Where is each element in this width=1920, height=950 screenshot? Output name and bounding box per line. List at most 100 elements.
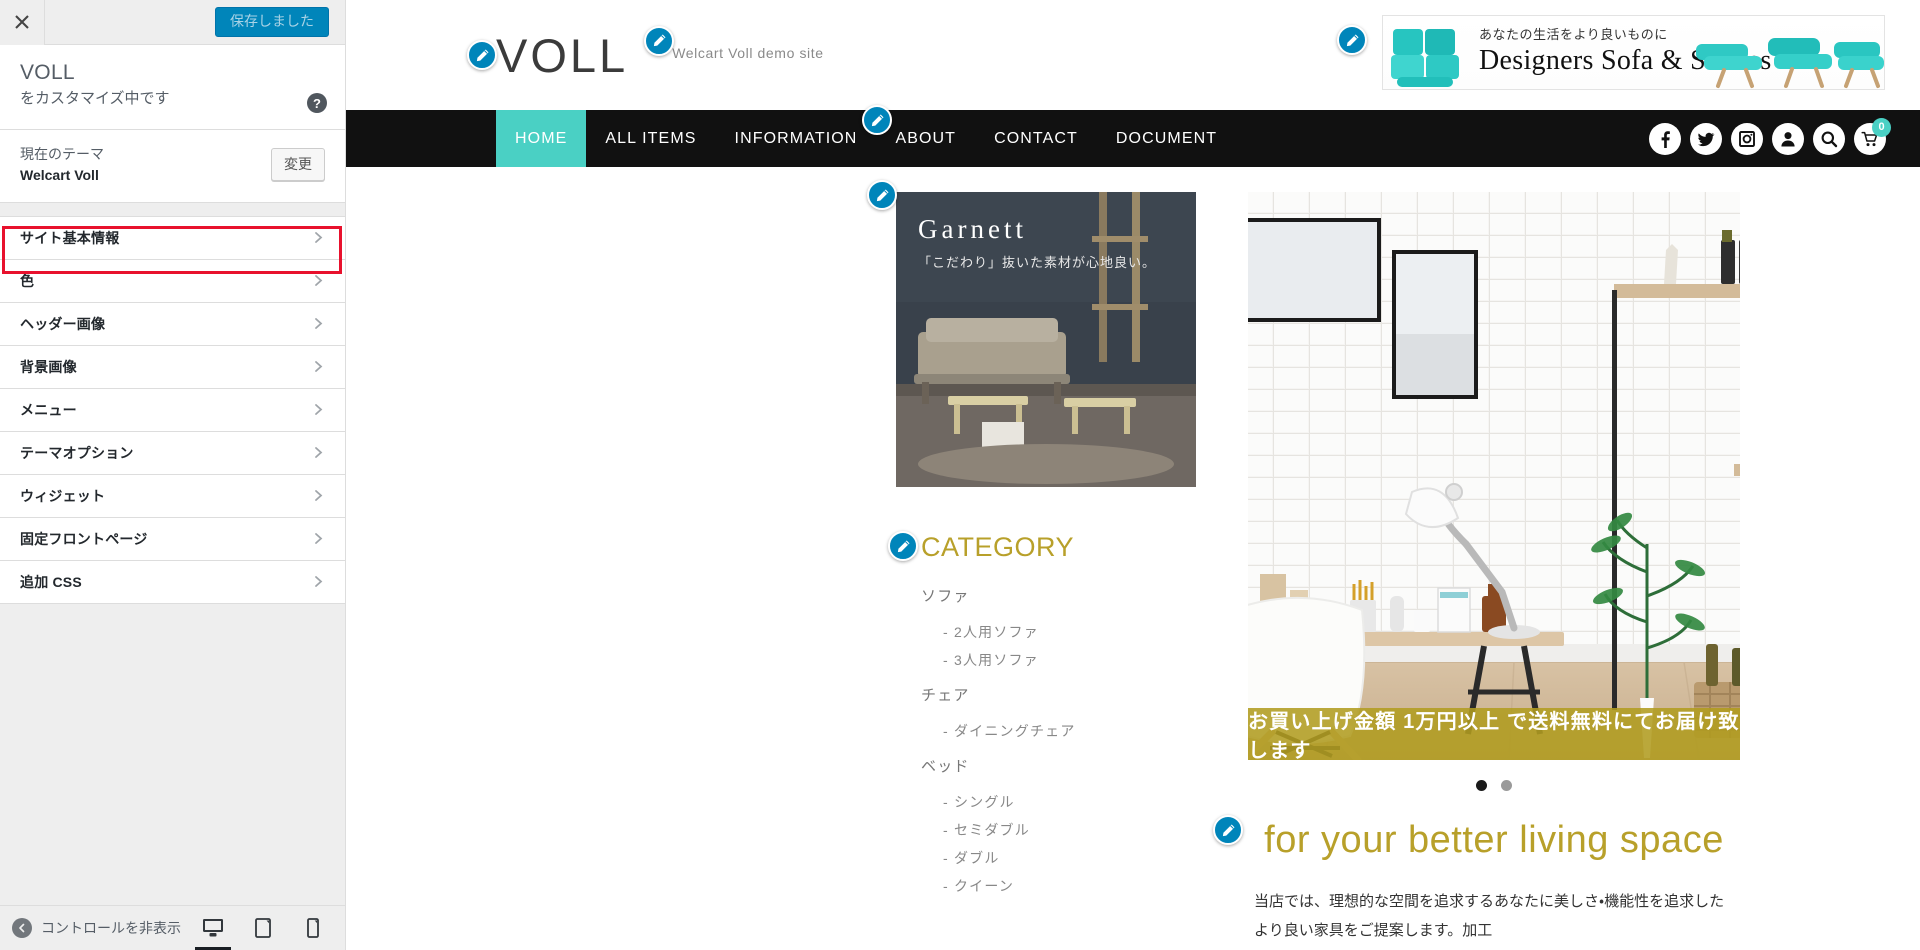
sidebar-item-label: 固定フロントページ — [20, 530, 148, 547]
nav-icon-group: 0 — [1649, 110, 1920, 167]
edit-pencil-icon-menu[interactable] — [862, 105, 892, 135]
category-child-label[interactable]: - クイーン — [943, 876, 1196, 896]
sofa-illustration-left — [1391, 29, 1459, 87]
category-child-label[interactable]: - セミダブル — [943, 820, 1196, 840]
category-child-label[interactable]: - ダブル — [943, 848, 1196, 868]
site-preview-frame: VOLL Welcart Voll demo site あなたの生活をより良いも… — [346, 0, 1920, 950]
category-parent-label[interactable]: チェア — [921, 684, 1196, 705]
device-tablet-button[interactable] — [251, 911, 275, 945]
living-space-body: 当店では、理想的な空間を追求するあなたに美しさ・機能性を追求したより良い家具をご… — [1254, 893, 1725, 939]
category-heading: CATEGORY — [921, 532, 1075, 562]
edit-pencil-icon-tagline[interactable] — [644, 25, 674, 56]
slider-dot-1[interactable] — [1476, 780, 1487, 791]
edit-pencil-icon-promo[interactable] — [867, 180, 897, 210]
change-theme-button[interactable]: 変更 — [271, 148, 325, 182]
chevron-right-icon — [312, 274, 325, 287]
category-parent-label[interactable]: ソファ — [921, 585, 1196, 606]
sidebar-item-label: メニュー — [20, 401, 77, 418]
hero-slider[interactable]: お買い上げ金額 1万円以上 で送料無料にてお届け致します — [1248, 192, 1740, 791]
edit-pencil-icon-banner[interactable] — [1337, 25, 1367, 55]
sidebar-item-label: テーマオプション — [20, 444, 134, 461]
sidebar-item-additional-css[interactable]: 追加 CSS — [0, 560, 345, 604]
slider-dot-2[interactable] — [1501, 780, 1512, 791]
sidebar-item-menus[interactable]: メニュー — [0, 388, 345, 432]
sidebar-item-label: 追加 CSS — [20, 573, 82, 590]
customizer-section-list: サイト基本情報 色 ヘッダー画像 背景画像 メニュー テーマオプション ウィジェ… — [0, 216, 345, 604]
current-theme-label: 現在のテーマ — [20, 145, 104, 162]
site-content: Garnett 「こだわり」抜いた素材が心地良い。 CATEGORY ソファ -… — [346, 167, 1920, 945]
promo-title: Garnett — [918, 214, 1027, 244]
category-child-label[interactable]: - 2人用ソファ — [943, 622, 1196, 642]
header-banner[interactable]: あなたの生活をより良いものに Designers Sofa & Settees — [1382, 15, 1885, 90]
current-theme-row: 現在のテーマ Welcart Voll 変更 — [0, 129, 345, 203]
chevron-right-icon — [312, 489, 325, 502]
category-list: ソファ - 2人用ソファ - 3人用ソファ チェア - ダイニングチェア ベッド… — [896, 585, 1196, 896]
hero-sale-banner: お買い上げ金額 1万円以上 で送料無料にてお届け致します — [1248, 708, 1740, 760]
category-child-label[interactable]: - シングル — [943, 792, 1196, 812]
account-icon[interactable] — [1772, 122, 1804, 155]
category-group-chair: チェア - ダイニングチェア — [921, 684, 1196, 741]
site-logo-wrap[interactable]: VOLL Welcart Voll demo site — [496, 25, 824, 82]
category-parent-label[interactable]: ベッド — [921, 755, 1196, 776]
promo-banner-garnett[interactable]: Garnett 「こだわり」抜いた素材が心地良い。 — [896, 192, 1196, 487]
current-theme-text: 現在のテーマ Welcart Voll — [20, 144, 271, 186]
site-tagline: Welcart Voll demo site — [672, 44, 824, 61]
help-icon[interactable]: ? — [307, 93, 327, 113]
category-child-label[interactable]: - 3人用ソファ — [943, 650, 1196, 670]
customizer-screen: 保存しました VOLL をカスタマイズ中です ? 現在のテーマ Welcart … — [0, 0, 1920, 950]
save-button[interactable]: 保存しました — [215, 6, 329, 38]
chevron-right-icon — [312, 575, 325, 588]
edit-pencil-icon-logo[interactable] — [467, 40, 497, 70]
customizer-footer: コントロールを非表示 — [0, 905, 345, 950]
edit-pencil-icon-category[interactable] — [888, 531, 918, 561]
device-desktop-button[interactable] — [195, 911, 231, 950]
collapse-sidebar-label: コントロールを非表示 — [41, 920, 181, 936]
search-icon[interactable] — [1813, 122, 1845, 155]
customizer-sidebar: 保存しました VOLL をカスタマイズ中です ? 現在のテーマ Welcart … — [0, 0, 346, 950]
chevron-right-icon — [312, 360, 325, 373]
nav-item-all-items[interactable]: ALL ITEMS — [586, 110, 715, 167]
hero-image: お買い上げ金額 1万円以上 で送料無料にてお届け致します — [1248, 192, 1740, 760]
twitter-icon[interactable] — [1690, 122, 1722, 155]
category-group-bed: ベッド - シングル - セミダブル - ダブル - クイーン — [921, 755, 1196, 896]
main-column: お買い上げ金額 1万円以上 で送料無料にてお届け致します for your be… — [1213, 192, 1740, 945]
sidebar-item-colors[interactable]: 色 — [0, 259, 345, 303]
chevron-right-icon — [312, 532, 325, 545]
sidebar-item-widgets[interactable]: ウィジェット — [0, 474, 345, 518]
collapse-sidebar-button[interactable]: コントロールを非表示 — [12, 918, 181, 938]
collapse-arrow-icon — [12, 918, 32, 938]
sidebar-item-theme-options[interactable]: テーマオプション — [0, 431, 345, 475]
current-theme-name: Welcart Voll — [20, 166, 99, 183]
nav-item-document[interactable]: DOCUMENT — [1097, 110, 1236, 167]
category-child-label[interactable]: - ダイニングチェア — [943, 721, 1196, 741]
sidebar-item-header-image[interactable]: ヘッダー画像 — [0, 302, 345, 346]
chevron-right-icon — [312, 403, 325, 416]
nav-item-information[interactable]: INFORMATION — [716, 110, 877, 167]
instagram-icon[interactable] — [1731, 122, 1763, 155]
category-heading-wrap: CATEGORY — [888, 531, 1196, 563]
cart-icon[interactable]: 0 — [1854, 117, 1891, 155]
sofa-illustration-right — [1696, 38, 1884, 88]
nav-item-contact[interactable]: CONTACT — [975, 110, 1097, 167]
cart-count-badge: 0 — [1872, 117, 1891, 137]
sidebar-item-background-image[interactable]: 背景画像 — [0, 345, 345, 389]
living-space-title: for your better living space — [1264, 819, 1724, 861]
sidebar-divider — [0, 202, 345, 217]
close-customizer-button[interactable] — [0, 0, 45, 45]
living-space-section: for your better living space 当店では、理想的な空間… — [1213, 815, 1740, 945]
sidebar-item-label: ヘッダー画像 — [20, 315, 106, 332]
sidebar-item-label: 色 — [20, 272, 35, 289]
site-logo: VOLL — [496, 28, 629, 82]
sidebar-item-site-identity[interactable]: サイト基本情報 — [0, 216, 345, 260]
customizer-topbar: 保存しました — [0, 0, 345, 45]
edit-pencil-icon-living[interactable] — [1213, 815, 1243, 845]
device-preview-switcher — [195, 911, 345, 950]
sidebar-item-static-front-page[interactable]: 固定フロントページ — [0, 517, 345, 561]
chevron-right-icon — [312, 231, 325, 244]
chevron-right-icon — [312, 446, 325, 459]
device-mobile-button[interactable] — [301, 911, 325, 945]
nav-item-home[interactable]: HOME — [496, 110, 587, 167]
sidebar-item-label: 背景画像 — [20, 358, 77, 375]
facebook-icon[interactable] — [1649, 122, 1681, 155]
hero-slider-dots — [1248, 780, 1740, 791]
